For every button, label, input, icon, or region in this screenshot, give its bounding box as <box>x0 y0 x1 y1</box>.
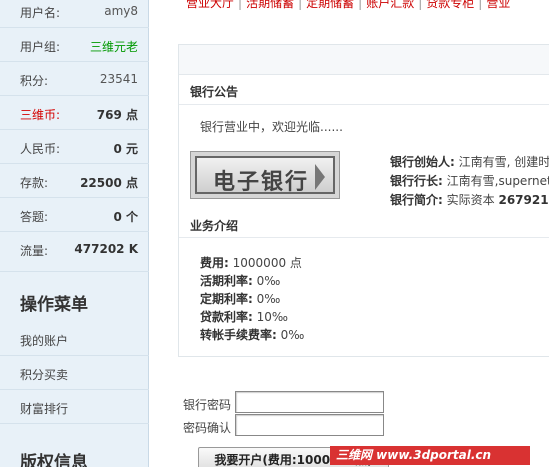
stat-label: 人民币: <box>20 142 61 156</box>
bank-panel: 银行公告 银行营业中，欢迎光临...... 电子银行 银行创始人: 江南有雪, … <box>178 44 549 357</box>
coins-value: 769 点 <box>96 108 138 122</box>
business-bar: 业务介绍 <box>179 208 549 238</box>
menu-item-label[interactable]: 积分买卖 <box>20 366 68 383</box>
site-watermark: 三维网 www.3dportal.cn <box>330 446 530 465</box>
menu-item-my-account[interactable]: 我的账户 <box>0 322 149 356</box>
notice-text: 银行营业中，欢迎光临...... <box>200 120 343 134</box>
demand-rate-label: 活期利率: <box>200 274 253 288</box>
username-value: amy8 <box>104 4 138 18</box>
intro-line: 银行简介: 实际资本 2679211 <box>390 191 549 208</box>
traffic-value: 477202 K <box>74 242 138 256</box>
fee-line: 费用: 1000000 点 <box>200 254 302 271</box>
stat-deposit: 存款: 22500 点 <box>0 164 149 198</box>
fee-label: 费用: <box>200 256 229 270</box>
password-input[interactable] <box>235 391 384 413</box>
founder-label: 银行创始人: <box>390 155 455 169</box>
stat-username: 用户名: amy8 <box>0 0 149 28</box>
confirm-password-input[interactable] <box>235 414 384 436</box>
stat-coins: 三维币: 769 点 <box>0 96 149 130</box>
tab-loan[interactable]: 贷款专柜 <box>426 0 474 10</box>
intro-label: 银行简介: <box>390 193 443 207</box>
menu-title: 操作菜单 <box>20 295 88 315</box>
logo-text: 电子银行 <box>213 169 310 195</box>
loan-rate-label: 贷款利率: <box>200 310 253 324</box>
password-label: 银行密码 <box>183 398 232 412</box>
top-nav: 营业大厅 | 活期储蓄 | 定期储蓄 | 账户汇款 | 贷款专柜 | 营业 <box>186 0 510 10</box>
stat-label: 三维币: <box>20 108 61 122</box>
loan-rate-value: 10‰ <box>256 310 289 324</box>
stat-answers: 答题: 0 个 <box>0 198 149 232</box>
stat-label: 积分: <box>20 74 49 88</box>
demand-rate-line: 活期利率: 0‰ <box>200 272 280 289</box>
fixed-rate-line: 定期利率: 0‰ <box>200 290 280 307</box>
menu-item-points-trade[interactable]: 积分买卖 <box>0 356 149 390</box>
menu-item-wealth-rank[interactable]: 财富排行 <box>0 390 149 424</box>
president-value: 江南有雪,supernet,g <box>446 174 549 188</box>
deposit-value: 22500 点 <box>80 176 138 190</box>
transfer-fee-line: 转帐手续费率: 0‰ <box>200 326 304 343</box>
points-value: 23541 <box>99 72 138 86</box>
fee-value: 1000000 点 <box>232 256 302 270</box>
copyright-title: 版权信息 <box>20 453 88 467</box>
notice-bar: 银行公告 <box>179 75 549 105</box>
transfer-fee-value: 0‰ <box>280 328 305 342</box>
answers-value: 0 个 <box>113 210 138 224</box>
ebank-logo: 电子银行 <box>190 151 340 199</box>
usergroup-value: 三维元老 <box>89 40 138 54</box>
demand-rate-value: 0‰ <box>256 274 281 288</box>
stat-points: 积分: 23541 <box>0 62 149 96</box>
menu-item-label[interactable]: 财富排行 <box>20 400 68 417</box>
stat-label: 用户名: <box>20 6 61 20</box>
stat-traffic: 流量: 477202 K <box>0 232 149 272</box>
stat-label: 答题: <box>20 210 49 224</box>
tab-fixed-savings[interactable]: 定期储蓄 <box>306 0 354 10</box>
menu-item-label[interactable]: 我的账户 <box>20 332 68 349</box>
stat-label: 用户组: <box>20 40 61 54</box>
rmb-value: 0 元 <box>113 142 138 156</box>
tab-remittance[interactable]: 账户汇款 <box>366 0 414 10</box>
loan-rate-line: 贷款利率: 10‰ <box>200 308 288 325</box>
founder-value: 江南有雪, 创建时 <box>458 155 549 169</box>
tab-business[interactable]: 营业 <box>486 0 510 10</box>
stat-usergroup: 用户组: 三维元老 <box>0 28 149 62</box>
president-line: 银行行长: 江南有雪,supernet,g <box>390 172 549 189</box>
intro-number: 2679211 <box>498 193 549 207</box>
business-title: 业务介绍 <box>190 219 239 233</box>
panel-header <box>179 45 549 75</box>
arrow-icon <box>315 164 325 190</box>
tab-demand-savings[interactable]: 活期储蓄 <box>246 0 294 10</box>
confirm-label: 密码确认 <box>183 421 232 435</box>
fixed-rate-label: 定期利率: <box>200 292 253 306</box>
transfer-fee-label: 转帐手续费率: <box>200 328 277 342</box>
president-label: 银行行长: <box>390 174 443 188</box>
notice-title: 银行公告 <box>190 85 239 99</box>
stat-rmb: 人民币: 0 元 <box>0 130 149 164</box>
sidebar: 用户名: amy8 用户组: 三维元老 积分: 23541 三维币: 769 点… <box>0 0 149 467</box>
tab-hall[interactable]: 营业大厅 <box>186 0 234 10</box>
intro-value: 实际资本 <box>446 193 495 207</box>
founder-line: 银行创始人: 江南有雪, 创建时 <box>390 153 549 170</box>
stat-label: 流量: <box>20 244 49 258</box>
fixed-rate-value: 0‰ <box>256 292 281 306</box>
stat-label: 存款: <box>20 176 49 190</box>
